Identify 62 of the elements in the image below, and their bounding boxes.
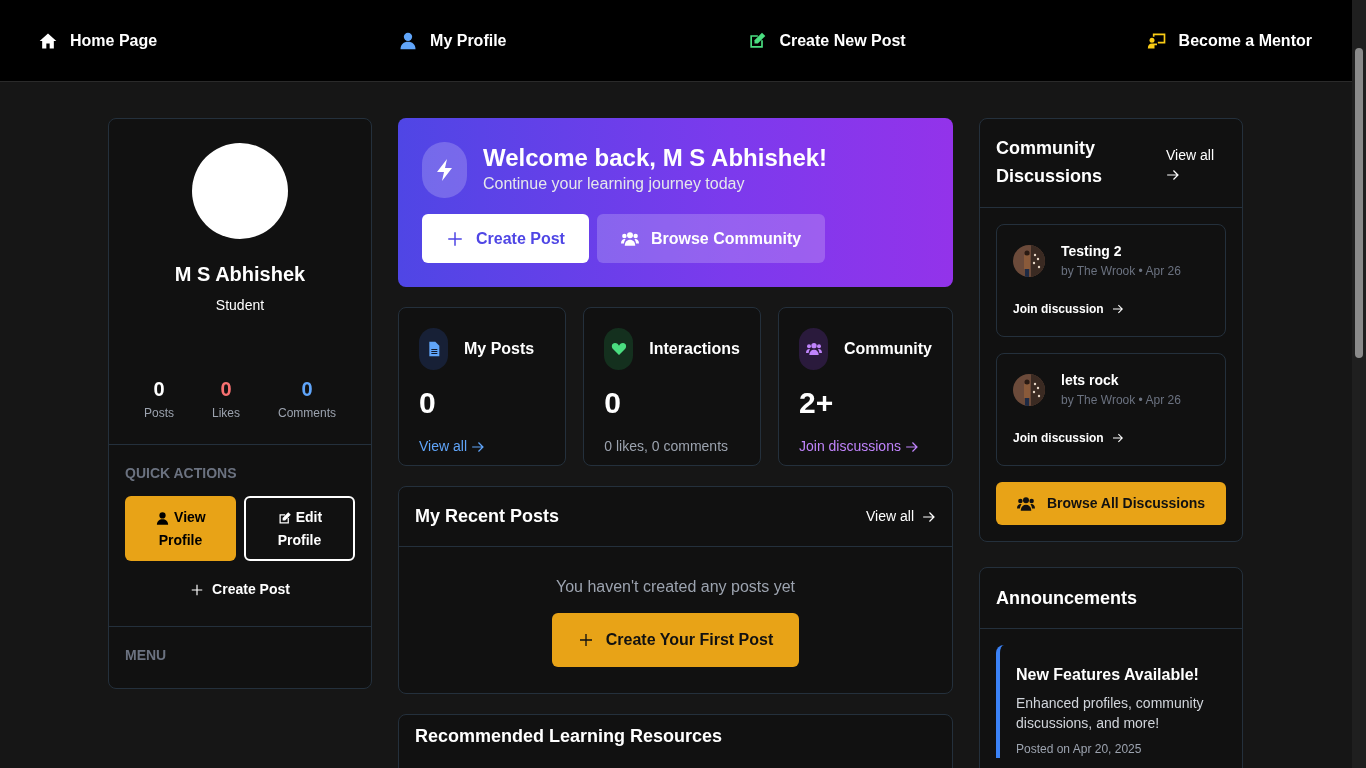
create-first-post-button[interactable]: Create Your First Post: [551, 613, 800, 667]
nav-link[interactable]: Create New Post: [747, 28, 906, 53]
view-all-link[interactable]: View all: [866, 506, 936, 527]
stat-title: Community: [844, 339, 932, 359]
arrow-right-icon: [1166, 167, 1180, 182]
section-heading: QUICK ACTIONS: [125, 464, 238, 483]
nav-link[interactable]: Become a Mentor: [1146, 28, 1312, 53]
stat-link[interactable]: Join discussions: [799, 436, 919, 457]
browse-community-button[interactable]: Browse Community: [596, 214, 826, 263]
announcement-date: Posted on Apr 20, 2025: [1016, 740, 1143, 758]
stat-value: 0: [152, 377, 166, 402]
user-icon: [155, 510, 171, 526]
discussion-meta: by The Wrook • Apr 26: [1061, 392, 1181, 409]
browse-all-discussions-button[interactable]: Browse All Discussions: [996, 482, 1226, 525]
empty-message: You haven't created any posts yet: [554, 577, 797, 597]
plus-icon: [577, 632, 594, 648]
plus-icon: [190, 582, 205, 597]
announcement-text: Enhanced profiles, community discussions, and more!: [1016, 694, 1205, 734]
edit-profile-button[interactable]: Edit Profile: [244, 496, 355, 561]
stat-link[interactable]: View all: [419, 436, 485, 457]
announcement-title: New Features Available!: [1016, 665, 1200, 685]
create-post-link[interactable]: Create Post: [190, 579, 290, 600]
stat-value: 0: [219, 377, 233, 402]
arrow-right-icon: [922, 509, 936, 524]
discussion-meta: by The Wrook • Apr 26: [1061, 263, 1181, 280]
welcome-title: Welcome back, M S Abhishek!: [483, 143, 828, 173]
stat-value: 0: [419, 388, 437, 418]
arrow-right-icon: [471, 439, 485, 454]
card-title: My Recent Posts: [415, 505, 560, 528]
view-all-link[interactable]: View all: [1166, 144, 1226, 182]
plus-icon: [446, 229, 464, 248]
section-heading: MENU: [125, 645, 168, 665]
stat-label: Posts: [144, 405, 174, 422]
stat-label: Likes: [212, 405, 240, 422]
join-discussion-link[interactable]: Join discussion: [1013, 429, 1124, 447]
nav-link[interactable]: My Profile: [398, 28, 507, 53]
card-title: Community Discussions: [996, 137, 1104, 188]
stat-value: 0: [300, 377, 314, 402]
discussion-title: Testing 2: [1061, 242, 1123, 261]
scrollbar-thumb[interactable]: [1355, 48, 1363, 358]
stat-value: 2+: [799, 388, 835, 418]
stat-title: My Posts: [464, 339, 535, 359]
stat-label: Comments: [278, 405, 336, 422]
scrollbar[interactable]: [1352, 0, 1366, 768]
arrow-right-icon: [904, 439, 919, 454]
discussion-title: lets rock: [1061, 371, 1120, 390]
welcome-subtitle: Continue your learning journey today: [483, 174, 746, 195]
create-post-button[interactable]: Create Post: [422, 214, 589, 263]
arrow-right-icon: [1111, 432, 1124, 444]
user-name: M S Abhishek: [173, 262, 307, 287]
arrow-right-icon: [1111, 303, 1124, 315]
card-title: Recommended Learning Resources: [415, 726, 723, 746]
stat-caption: 0 likes, 0 comments: [604, 438, 729, 454]
user-role: Student: [214, 296, 266, 315]
stat-title: Interactions: [649, 339, 740, 359]
join-discussion-link[interactable]: Join discussion: [1013, 300, 1124, 318]
users-icon: [1016, 494, 1035, 513]
card-title: Announcements: [996, 586, 1137, 610]
users-icon: [620, 229, 639, 248]
stat-value: 0: [604, 388, 622, 418]
nav-link[interactable]: Home Page: [38, 28, 158, 53]
view-profile-button[interactable]: View Profile: [125, 496, 236, 561]
